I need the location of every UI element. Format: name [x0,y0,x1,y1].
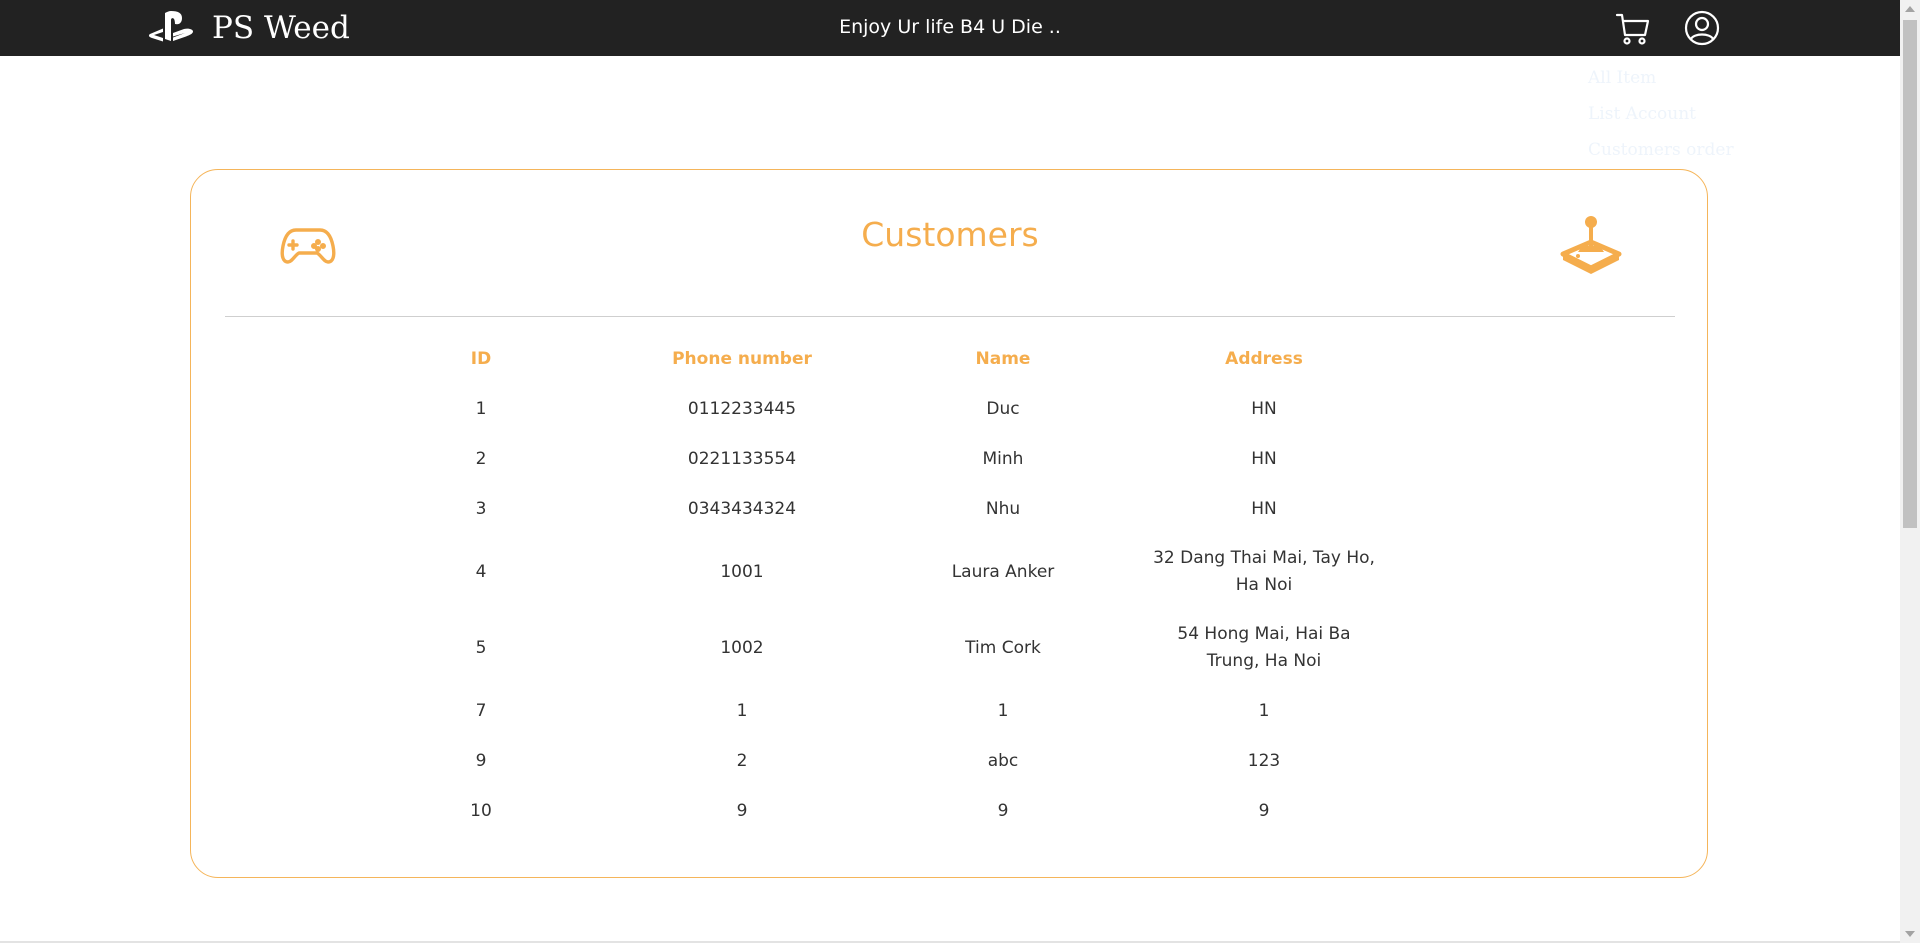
table-row: 10 9 9 9 [351,786,1395,836]
cell-id: 3 [475,498,487,519]
cell-id: 4 [475,561,487,582]
cell-name: Tim Cork [965,637,1041,658]
page: PS Weed Enjoy Ur life B4 U Die .. All It… [0,0,1920,943]
top-navbar: PS Weed Enjoy Ur life B4 U Die .. [0,0,1900,56]
cell-phone: 0112233445 [687,398,797,419]
column-header-address: Address [1225,349,1303,369]
cell-address: HN [1251,498,1277,519]
table-row: 7 1 1 1 [351,686,1395,736]
cell-id: 9 [475,750,487,771]
cell-address: HN [1251,448,1277,469]
customers-card: Customers ID Phone number Name Address 1… [190,169,1708,878]
cell-phone: 0343434324 [687,498,797,519]
scroll-up-arrow-icon[interactable] [1905,6,1915,12]
table-row: 3 0343434324 Nhu HN [351,484,1395,534]
table-row: 2 0221133554 Minh HN [351,434,1395,484]
cell-name: 1 [997,700,1009,721]
cell-id: 5 [475,637,487,658]
cell-address: 32 Dang Thai Mai, Tay Ho, Ha Noi [1153,548,1375,595]
page-title: Customers [861,215,1039,254]
scrollbar-thumb[interactable] [1903,20,1917,528]
cart-icon [1615,11,1651,47]
cell-phone: 0221133554 [687,448,797,469]
cell-phone: 1001 [720,561,764,582]
account-button[interactable] [1684,10,1720,46]
cell-address: 9 [1258,800,1270,821]
column-header-phone: Phone number [672,349,812,369]
user-circle-icon [1684,10,1720,46]
joystick-icon [1560,214,1622,276]
cell-id: 7 [475,700,487,721]
scroll-down-arrow-icon[interactable] [1905,931,1915,937]
cell-phone: 1 [736,700,748,721]
menu-item-list-account[interactable]: List Account [1588,102,1734,138]
cell-address: HN [1251,398,1277,419]
cell-address: 1 [1258,700,1270,721]
cell-name: 9 [997,800,1009,821]
cell-phone: 9 [736,800,748,821]
cell-name: Nhu [985,498,1021,519]
cell-address: 54 Hong Mai, Hai Ba Trung, Ha Noi [1177,624,1351,671]
table-row: 1 0112233445 Duc HN [351,384,1395,434]
cell-id: 1 [475,398,487,419]
cell-id: 10 [470,800,492,821]
customers-table: ID Phone number Name Address 1 011223344… [351,334,1395,836]
table-row: 5 1002 Tim Cork 54 Hong Mai, Hai Ba Trun… [351,610,1395,686]
table-row: 9 2 abc 123 [351,736,1395,786]
cell-name: abc [987,750,1019,771]
table-row: 4 1001 Laura Anker 32 Dang Thai Mai, Tay… [351,534,1395,610]
cell-name: Laura Anker [951,561,1055,582]
column-header-id: ID [470,349,492,369]
cell-address: 123 [1247,750,1281,771]
column-header-name: Name [975,349,1031,369]
divider [225,316,1675,317]
menu-item-all-item[interactable]: All Item [1588,66,1734,102]
cell-phone: 1002 [720,637,764,658]
cart-button[interactable] [1615,11,1651,47]
table-header-row: ID Phone number Name Address [351,334,1395,384]
cell-id: 2 [475,448,487,469]
vertical-scrollbar[interactable] [1900,0,1920,943]
cell-phone: 2 [736,750,748,771]
cell-name: Duc [986,398,1020,419]
cell-name: Minh [982,448,1024,469]
